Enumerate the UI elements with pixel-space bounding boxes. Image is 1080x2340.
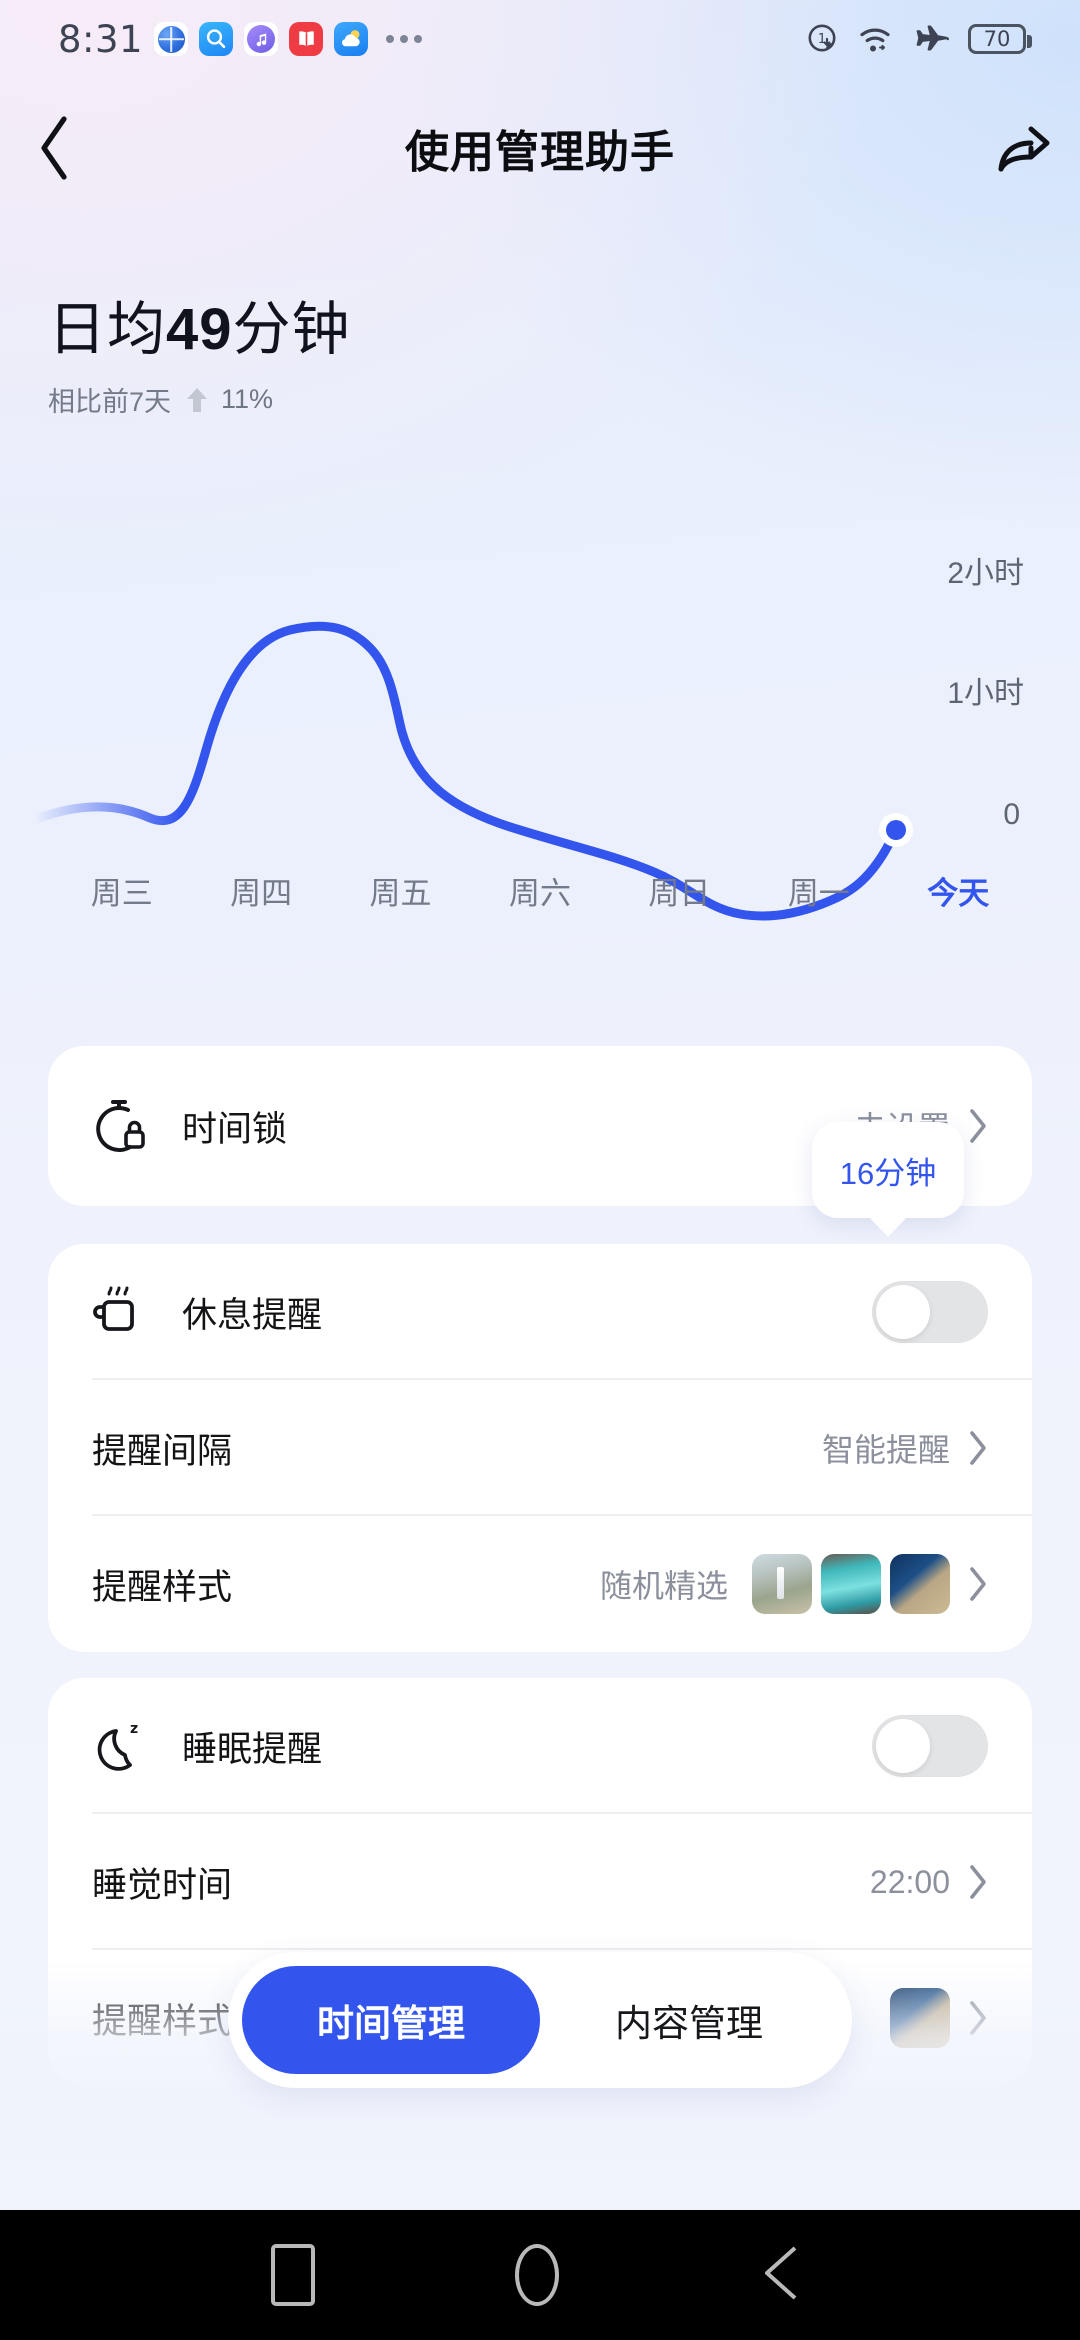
android-nav-bar [0,2210,1080,2340]
data-saver-icon: 1 [808,24,836,52]
rest-reminder-card: 休息提醒 提醒间隔 智能提醒 提醒样式 随机精选 [48,1244,1032,1652]
status-bar-clock: 8:31 [58,17,144,61]
reminder-interval-row[interactable]: 提醒间隔 智能提醒 [48,1380,1032,1516]
reminder-style-thumbnails[interactable] [752,1554,950,1614]
chevron-right-icon [968,1430,988,1466]
reminder-style-label: 提醒样式 [92,1567,233,1607]
chart-day-label[interactable]: 周一 [749,868,888,913]
status-bar-left: 8:31 [0,17,423,61]
search-icon[interactable] [199,22,234,56]
chart-day-label[interactable]: 周六 [470,868,609,913]
reminder-interval-value: 智能提醒 [821,1432,950,1468]
bottom-tab-bar: 时间管理 内容管理 [228,1952,852,2088]
share-icon [998,126,1050,172]
reminder-style-value: 随机精选 [599,1568,728,1604]
hero-stats: 日均49分钟 相比前7天 11% [48,282,351,419]
sleep-reminder-toggle-wrap [872,1715,988,1777]
chevron-right-icon [968,1108,988,1144]
daily-average-prefix: 日均 [48,297,167,362]
battery-indicator: 70 [968,24,1032,54]
coastline-thumbnail [890,1988,950,2048]
chart-tooltip: 16分钟 [812,1122,964,1218]
trend-row: 相比前7天 11% [48,380,351,419]
book-icon[interactable] [289,22,324,56]
rest-reminder-row[interactable]: 休息提醒 [48,1244,1032,1380]
tab-content-management[interactable]: 内容管理 [540,1966,838,2074]
svg-text:1: 1 [818,32,826,47]
daily-average-title: 日均49分钟 [48,282,351,366]
status-bar: 8:31 1 70 [0,0,1080,78]
chart-day-label[interactable]: 周四 [191,868,330,913]
compare-label: 相比前7天 [48,387,172,417]
home-circle-icon[interactable] [515,2244,559,2306]
toggle-knob [876,1719,930,1773]
chart-day-labels: 周三 周四 周五 周六 周日 周一 今天 [0,868,1080,913]
status-bar-right: 1 70 [805,21,1080,57]
chevron-right-icon [968,1566,988,1602]
rest-reminder-toggle[interactable] [872,1281,988,1343]
back-button[interactable] [0,111,110,185]
reminder-style-row[interactable]: 提醒样式 随机精选 [48,1516,1032,1652]
bedtime-value: 22:00 [869,1863,950,1900]
arrow-up-icon [185,386,209,414]
status-bar-overflow-icon[interactable] [386,35,423,43]
reminder-interval-label: 提醒间隔 [92,1431,233,1471]
page-title: 使用管理助手 [405,128,675,177]
recents-square-icon[interactable] [271,2244,315,2306]
moon-zzz-icon: z [92,1719,154,1773]
weather-icon[interactable] [334,22,369,56]
coffee-cup-icon [92,1285,154,1339]
share-button[interactable] [970,119,1080,177]
toggle-knob [876,1285,930,1339]
reminder-style-value-wrap: 随机精选 [600,1554,988,1614]
browser-icon[interactable] [154,22,189,56]
back-triangle-icon[interactable] [759,2242,809,2309]
chart-day-label-today[interactable]: 今天 [889,868,1028,913]
chevron-right-icon [968,2000,988,2036]
hidden-reminder-style-label: 提醒样式 [92,2001,233,2041]
lighthouse-thumbnail [752,1554,812,1614]
bedtime-row[interactable]: 睡觉时间 22:00 [48,1814,1032,1950]
daily-average-value: 49 [166,297,233,362]
hidden-row-thumbnails [890,1988,950,2048]
daily-average-unit: 分钟 [232,297,351,362]
trend-percent: 11% [221,384,274,414]
chevron-left-icon [41,116,67,180]
bedtime-value-wrap: 22:00 [870,1864,988,1901]
waterfall-thumbnail [821,1554,881,1614]
rest-reminder-label: 休息提醒 [182,1295,323,1335]
rest-reminder-toggle-wrap [872,1281,988,1343]
svg-text:z: z [130,1721,138,1737]
chart-day-label[interactable]: 周五 [331,868,470,913]
stopwatch-lock-icon [92,1097,154,1155]
app-header: 使用管理助手 [0,88,1080,208]
coastline-thumbnail [890,1554,950,1614]
reminder-interval-value-wrap: 智能提醒 [822,1425,988,1471]
tab-time-management[interactable]: 时间管理 [242,1966,540,2074]
airplane-mode-icon [916,25,949,51]
wifi-icon [860,28,890,52]
chart-tooltip-value: 16分钟 [839,1155,937,1191]
chevron-right-icon [968,1864,988,1900]
chart-day-label[interactable]: 周日 [610,868,749,913]
music-icon[interactable] [244,22,279,56]
bedtime-label: 睡觉时间 [92,1865,233,1905]
time-lock-label: 时间锁 [182,1109,288,1149]
hidden-row-value-wrap [884,1988,988,2048]
sleep-reminder-label: 睡眠提醒 [182,1729,323,1769]
sleep-reminder-row[interactable]: z 睡眠提醒 [48,1678,1032,1814]
sleep-reminder-toggle[interactable] [872,1715,988,1777]
phone-screen: 8:31 1 70 使用管理助手 日均49分钟 相比前7天 11% 16分钟 2… [0,0,1080,2340]
chart-day-label[interactable]: 周三 [52,868,191,913]
